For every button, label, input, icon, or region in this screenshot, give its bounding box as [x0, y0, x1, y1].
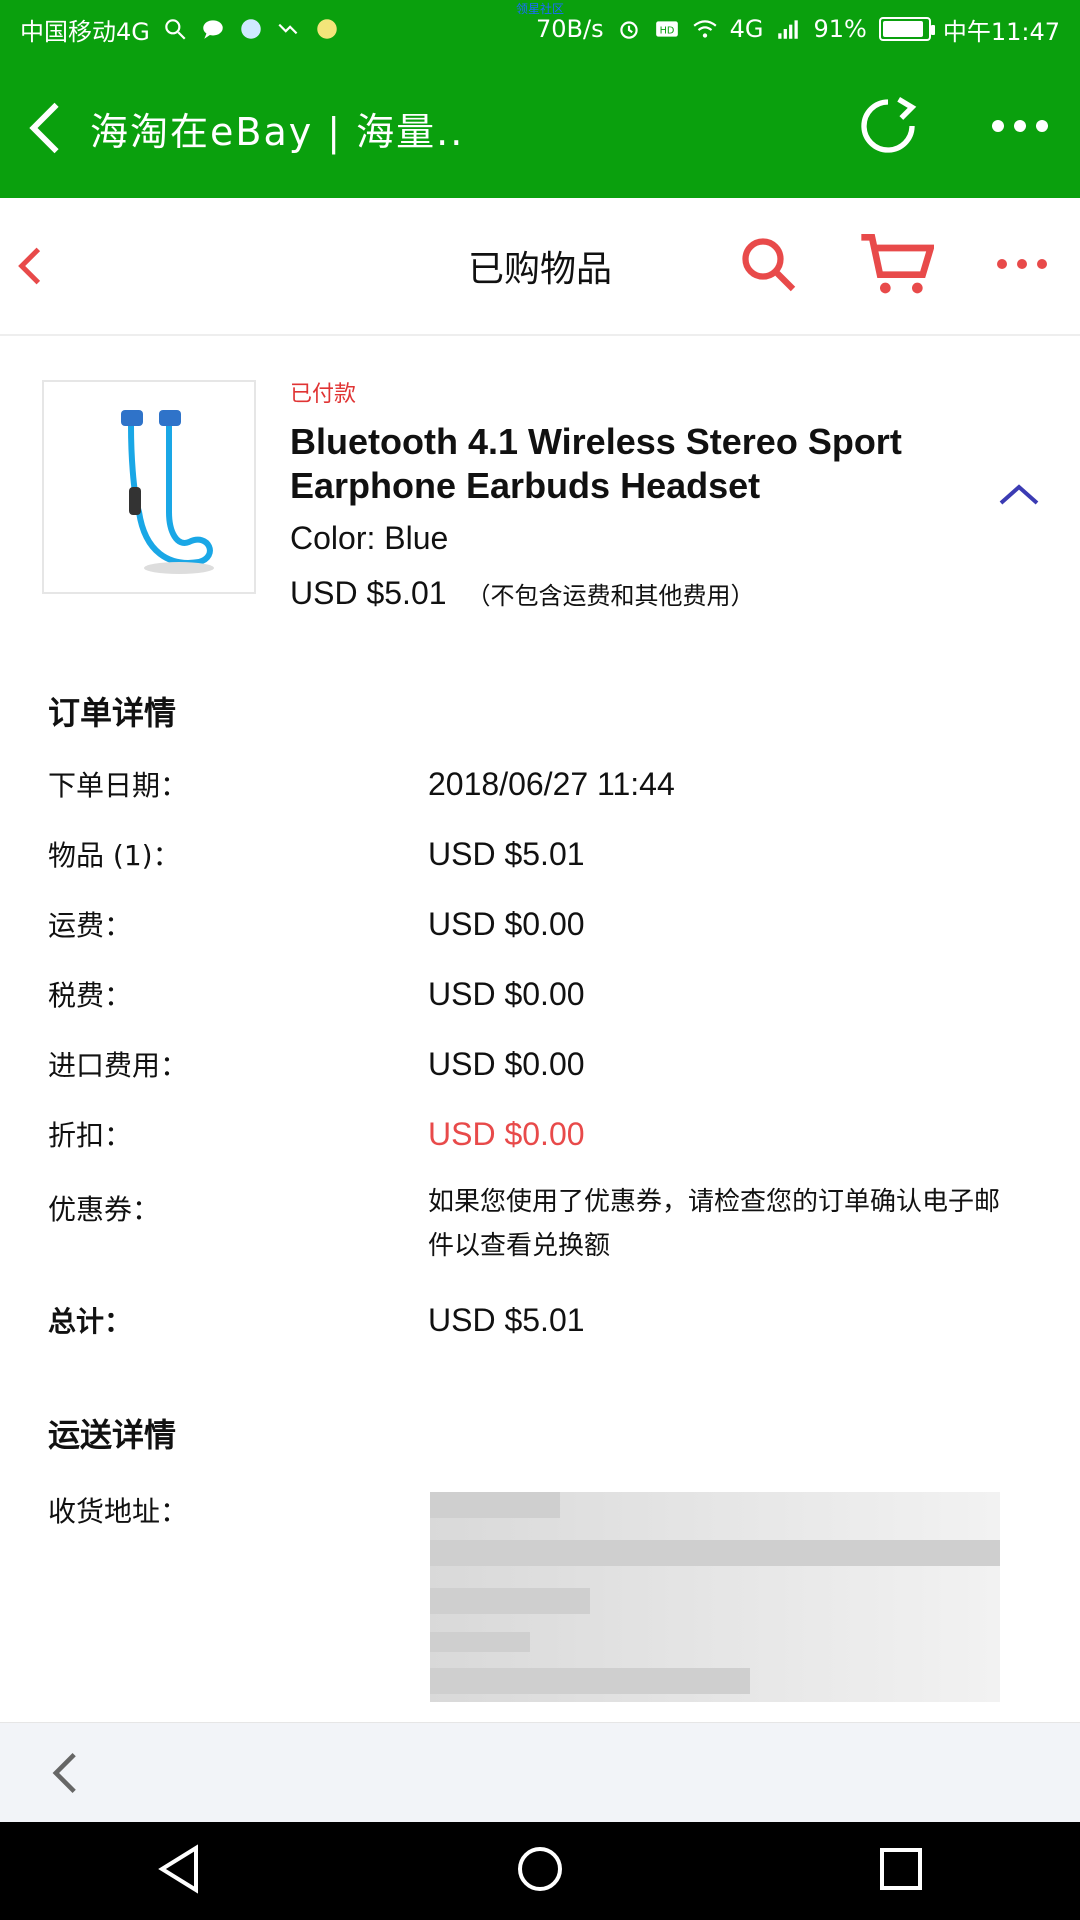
square-recent-icon — [879, 1848, 922, 1890]
search-icon — [165, 19, 186, 40]
more-horizontal-icon — [992, 120, 1048, 132]
coupon-label: 优惠券： — [48, 1193, 161, 1226]
status-time: 中午11:47 — [942, 17, 1060, 46]
battery-icon — [878, 17, 935, 41]
product-thumbnail[interactable] — [42, 380, 256, 594]
shipping-fee-value: USD $0.00 — [428, 905, 585, 942]
product-card[interactable]: 已付款 Bluetooth 4.1 Wireless Stereo Sport … — [0, 360, 1080, 620]
system-back-button[interactable] — [156, 1844, 202, 1898]
bottom-back-button[interactable] — [0, 1751, 130, 1795]
battery-percent: 91% — [813, 15, 867, 43]
items-value: USD $5.01 — [428, 835, 585, 872]
carrier-label: 中国移动4G — [20, 17, 150, 46]
price-note: （不包含运费和其他费用） — [466, 582, 755, 610]
chevron-left-icon — [18, 247, 41, 285]
coupon-note: 如果您使用了优惠券，请检查您的订单确认电子邮件以查看兑换额 — [428, 1187, 1001, 1261]
bottom-toolbar — [0, 1722, 1080, 1823]
triangle-back-icon — [158, 1844, 199, 1894]
total-value: USD $5.01 — [428, 1301, 585, 1338]
collapse-button[interactable] — [998, 482, 1040, 510]
discount-label: 折扣： — [48, 1119, 133, 1152]
chevron-left-icon — [52, 1753, 76, 1793]
refresh-icon — [861, 97, 917, 153]
missed-call-icon — [278, 23, 298, 35]
order-details-title: 订单详情 — [48, 694, 177, 732]
shipping-details-title: 运送详情 — [48, 1416, 177, 1454]
network-speed: 70B/s — [536, 15, 604, 43]
order-row: 运费： USD $0.00 — [48, 894, 1038, 954]
shipping-fee-label: 运费： — [48, 909, 133, 942]
search-icon — [742, 238, 796, 292]
total-label: 总计： — [48, 1305, 133, 1338]
product-color: Color: Blue — [290, 520, 449, 556]
product-title[interactable]: Bluetooth 4.1 Wireless Stereo Sport Earp… — [290, 420, 990, 508]
refresh-button[interactable] — [856, 94, 920, 162]
order-row: 进口费用： USD $0.00 — [48, 1034, 1038, 1094]
import-fee-label: 进口费用： — [48, 1049, 189, 1082]
earphone-image-icon — [121, 410, 214, 574]
order-row: 下单日期： 2018/06/27 11:44 — [48, 754, 1038, 814]
items-label: 物品 (1)： — [48, 839, 181, 872]
search-button[interactable] — [738, 234, 798, 298]
back-arrow-icon — [29, 102, 59, 154]
app-bar: 海淘在eBay | 海量.. — [0, 58, 1080, 198]
status-bar: 领星社区 中国移动4G 70B/s HD 4G 91% 中午11:47 — [0, 0, 1080, 58]
system-home-button[interactable] — [515, 1844, 565, 1898]
chat-icon — [203, 20, 223, 39]
appbar-more-button[interactable] — [990, 116, 1050, 140]
inner-more-button[interactable] — [994, 256, 1050, 276]
order-row: 税费： USD $0.00 — [48, 964, 1038, 1024]
order-date-label: 下单日期： — [48, 769, 189, 802]
product-price: USD $5.01 — [290, 575, 447, 611]
tax-label: 税费： — [48, 979, 133, 1012]
svg-text:HD: HD — [659, 25, 674, 36]
tax-value: USD $0.00 — [428, 975, 585, 1012]
order-date-value: 2018/06/27 11:44 — [428, 765, 675, 802]
app-icon-2 — [317, 19, 337, 39]
system-nav-bar — [0, 1822, 1080, 1920]
appbar-back-button[interactable] — [0, 101, 90, 155]
discount-value: USD $0.00 — [428, 1115, 585, 1152]
import-fee-value: USD $0.00 — [428, 1045, 585, 1082]
redacted-address — [430, 1492, 1000, 1702]
chevron-up-icon — [999, 484, 1039, 505]
wifi-icon — [693, 20, 717, 38]
order-row: 折扣： USD $0.00 — [48, 1104, 1038, 1164]
page-title: 已购物品 — [467, 249, 613, 290]
order-row: 优惠券： 如果您使用了优惠券，请检查您的订单确认电子邮件以查看兑换额 — [48, 1180, 1038, 1280]
inner-nav: 已购物品 — [0, 198, 1080, 336]
hd-icon: HD — [655, 21, 678, 37]
address-label: 收货地址： — [48, 1495, 189, 1528]
app-icon — [241, 19, 261, 39]
alarm-icon — [619, 21, 638, 39]
signal-type: 4G — [729, 15, 764, 43]
order-row: 总计： USD $5.01 — [48, 1290, 1038, 1350]
cart-button[interactable] — [858, 232, 936, 300]
order-status: 已付款 — [290, 382, 357, 407]
cart-icon — [861, 234, 936, 294]
status-tiny-banner: 领星社区 — [515, 2, 565, 16]
appbar-title: 海淘在eBay | 海量.. — [90, 109, 465, 154]
more-horizontal-icon — [997, 259, 1047, 269]
system-recent-button[interactable] — [878, 1846, 924, 1896]
order-row: 物品 (1)： USD $5.01 — [48, 824, 1038, 884]
signal-strength-icon — [778, 20, 799, 39]
circle-home-icon — [517, 1847, 562, 1891]
inner-back-button[interactable] — [0, 246, 60, 286]
